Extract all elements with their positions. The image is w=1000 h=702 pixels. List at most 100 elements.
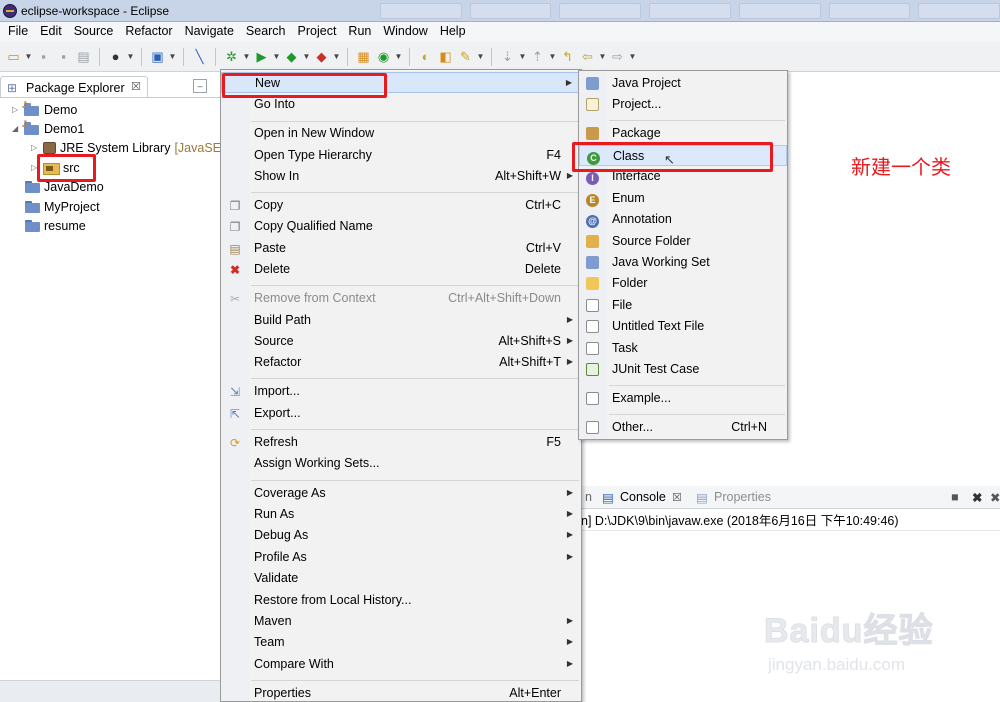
menu-item-new[interactable]: New ▶ [221, 72, 581, 93]
submenu-item-java-working-set[interactable]: Java Working Set [579, 252, 787, 273]
menu-item-open-new-window[interactable]: Open in New Window [221, 123, 581, 144]
remove-all-icon[interactable]: ✖ [990, 490, 1000, 505]
tree-item-javademo[interactable]: JavaDemo [25, 177, 104, 196]
menu-item-go-into[interactable]: Go Into [221, 94, 581, 115]
submenu-item-file[interactable]: File [579, 295, 787, 316]
submenu-item-package[interactable]: Package [579, 123, 787, 144]
tree-item-myproject[interactable]: MyProject [25, 197, 100, 216]
menu-item-copy-qualified-name[interactable]: ❐ Copy Qualified Name [221, 216, 581, 237]
toggle-breakpoint-icon[interactable]: ╲ [191, 48, 208, 65]
menu-item-compare-with[interactable]: Compare With ▶ [221, 654, 581, 675]
chevron-down-icon[interactable]: ▼ [127, 48, 135, 65]
submenu-item-enum[interactable]: E Enum [579, 188, 787, 209]
menu-item-refactor[interactable]: Refactor Alt+Shift+T ▶ [221, 352, 581, 373]
menu-item-validate[interactable]: Validate [221, 568, 581, 589]
submenu-item-task[interactable]: Task [579, 338, 787, 359]
new-class-icon[interactable]: ◉ [375, 48, 392, 65]
menu-item-team[interactable]: Team ▶ [221, 632, 581, 653]
print-icon[interactable]: ▤ [75, 48, 92, 65]
chevron-down-icon[interactable]: ▼ [549, 48, 557, 65]
new-package-icon[interactable]: ▦ [355, 48, 372, 65]
submenu-item-project[interactable]: Project... [579, 94, 787, 115]
menu-item-coverage-as[interactable]: Coverage As ▶ [221, 483, 581, 504]
menu-item-profile-as[interactable]: Profile As ▶ [221, 547, 581, 568]
tab-console[interactable]: Console [620, 490, 666, 504]
menu-item-open-type-hierarchy[interactable]: Open Type Hierarchy F4 [221, 145, 581, 166]
open-type-icon[interactable]: ◐ [417, 48, 434, 65]
chevron-down-icon[interactable]: ▼ [395, 48, 403, 65]
back-arrow-icon[interactable]: ⇦ [579, 48, 596, 65]
menu-item-build-path[interactable]: Build Path ▶ [221, 310, 581, 331]
expand-arrow-icon[interactable]: ▷ [12, 105, 20, 114]
menu-source[interactable]: Source [68, 22, 120, 42]
menu-item-show-in[interactable]: Show In Alt+Shift+W ▶ [221, 166, 581, 187]
tree-item-src[interactable]: ▷ src [31, 158, 80, 177]
coverage-icon[interactable]: ◆ [283, 48, 300, 65]
monitor-icon[interactable]: ▣ [149, 48, 166, 65]
tree-item-demo[interactable]: ▷ J Demo [12, 100, 77, 119]
submenu-item-folder[interactable]: Folder [579, 273, 787, 294]
menu-item-export[interactable]: ⇱ Export... [221, 403, 581, 424]
save-all-icon[interactable]: ▪ [55, 48, 72, 65]
collapse-arrow-icon[interactable]: ◢ [12, 124, 20, 133]
menu-item-properties[interactable]: Properties Alt+Enter [221, 683, 581, 702]
chevron-down-icon[interactable]: ▼ [629, 48, 637, 65]
chevron-down-icon[interactable]: ▼ [477, 48, 485, 65]
menu-item-paste[interactable]: ▤ Paste Ctrl+V [221, 238, 581, 259]
menu-item-maven[interactable]: Maven ▶ [221, 611, 581, 632]
expand-arrow-icon[interactable]: ▷ [31, 143, 39, 152]
submenu-item-example[interactable]: Example... [579, 388, 787, 409]
chevron-down-icon[interactable]: ▼ [25, 48, 33, 65]
chevron-down-icon[interactable]: ▼ [273, 48, 281, 65]
remove-launch-icon[interactable]: ✖ [972, 490, 982, 505]
forward-arrow-icon[interactable]: ⇨ [609, 48, 626, 65]
new-wizard-icon[interactable]: ▭ [5, 48, 22, 65]
menu-project[interactable]: Project [292, 22, 343, 42]
last-edit-icon[interactable]: ↰ [559, 48, 576, 65]
chevron-down-icon[interactable]: ▼ [303, 48, 311, 65]
next-annotation-icon[interactable]: ⇣ [499, 48, 516, 65]
menu-navigate[interactable]: Navigate [179, 22, 240, 42]
debug-bug-icon[interactable]: ✲ [223, 48, 240, 65]
close-icon[interactable]: ☒ [672, 491, 682, 504]
search-task-icon[interactable]: ✎ [457, 48, 474, 65]
menu-file[interactable]: File [2, 22, 34, 42]
submenu-item-other[interactable]: Other... Ctrl+N [579, 417, 787, 438]
submenu-item-source-folder[interactable]: Source Folder [579, 231, 787, 252]
submenu-item-annotation[interactable]: @ Annotation [579, 209, 787, 230]
menu-item-source[interactable]: Source Alt+Shift+S ▶ [221, 331, 581, 352]
menu-item-restore-local-history[interactable]: Restore from Local History... [221, 590, 581, 611]
previous-annotation-icon[interactable]: ⇡ [529, 48, 546, 65]
submenu-item-junit-test-case[interactable]: JUnit Test Case [579, 359, 787, 380]
submenu-item-java-project[interactable]: Java Project [579, 73, 787, 94]
expand-arrow-icon[interactable]: ▷ [31, 163, 39, 172]
menu-item-copy[interactable]: ❐ Copy Ctrl+C [221, 195, 581, 216]
menu-search[interactable]: Search [240, 22, 292, 42]
menu-item-assign-working-sets[interactable]: Assign Working Sets... [221, 453, 581, 474]
menu-item-delete[interactable]: ✖ Delete Delete [221, 259, 581, 280]
tab-partial[interactable]: n [585, 490, 592, 504]
tree-item-demo1[interactable]: ◢ J Demo1 [12, 119, 84, 138]
menu-item-refresh[interactable]: ⟳ Refresh F5 [221, 432, 581, 453]
menu-item-run-as[interactable]: Run As ▶ [221, 504, 581, 525]
save-icon[interactable]: ▪ [35, 48, 52, 65]
external-tools-icon[interactable]: ◆ [313, 48, 330, 65]
tab-properties[interactable]: Properties [714, 490, 771, 504]
submenu-item-untitled-text-file[interactable]: Untitled Text File [579, 316, 787, 337]
tree-item-resume[interactable]: resume [25, 216, 86, 235]
menu-run[interactable]: Run [342, 22, 377, 42]
close-icon[interactable]: ☒ [131, 80, 141, 93]
open-folder-icon[interactable]: ◧ [437, 48, 454, 65]
chevron-down-icon[interactable]: ▼ [599, 48, 607, 65]
run-icon[interactable]: ▶ [253, 48, 270, 65]
menu-help[interactable]: Help [434, 22, 472, 42]
menu-refactor[interactable]: Refactor [119, 22, 178, 42]
chevron-down-icon[interactable]: ▼ [169, 48, 177, 65]
user-icon[interactable]: ● [107, 48, 124, 65]
collapse-all-icon[interactable]: – [193, 79, 207, 93]
chevron-down-icon[interactable]: ▼ [333, 48, 341, 65]
menu-item-import[interactable]: ⇲ Import... [221, 381, 581, 402]
chevron-down-icon[interactable]: ▼ [519, 48, 527, 65]
submenu-item-interface[interactable]: I Interface [579, 166, 787, 187]
menu-window[interactable]: Window [377, 22, 433, 42]
